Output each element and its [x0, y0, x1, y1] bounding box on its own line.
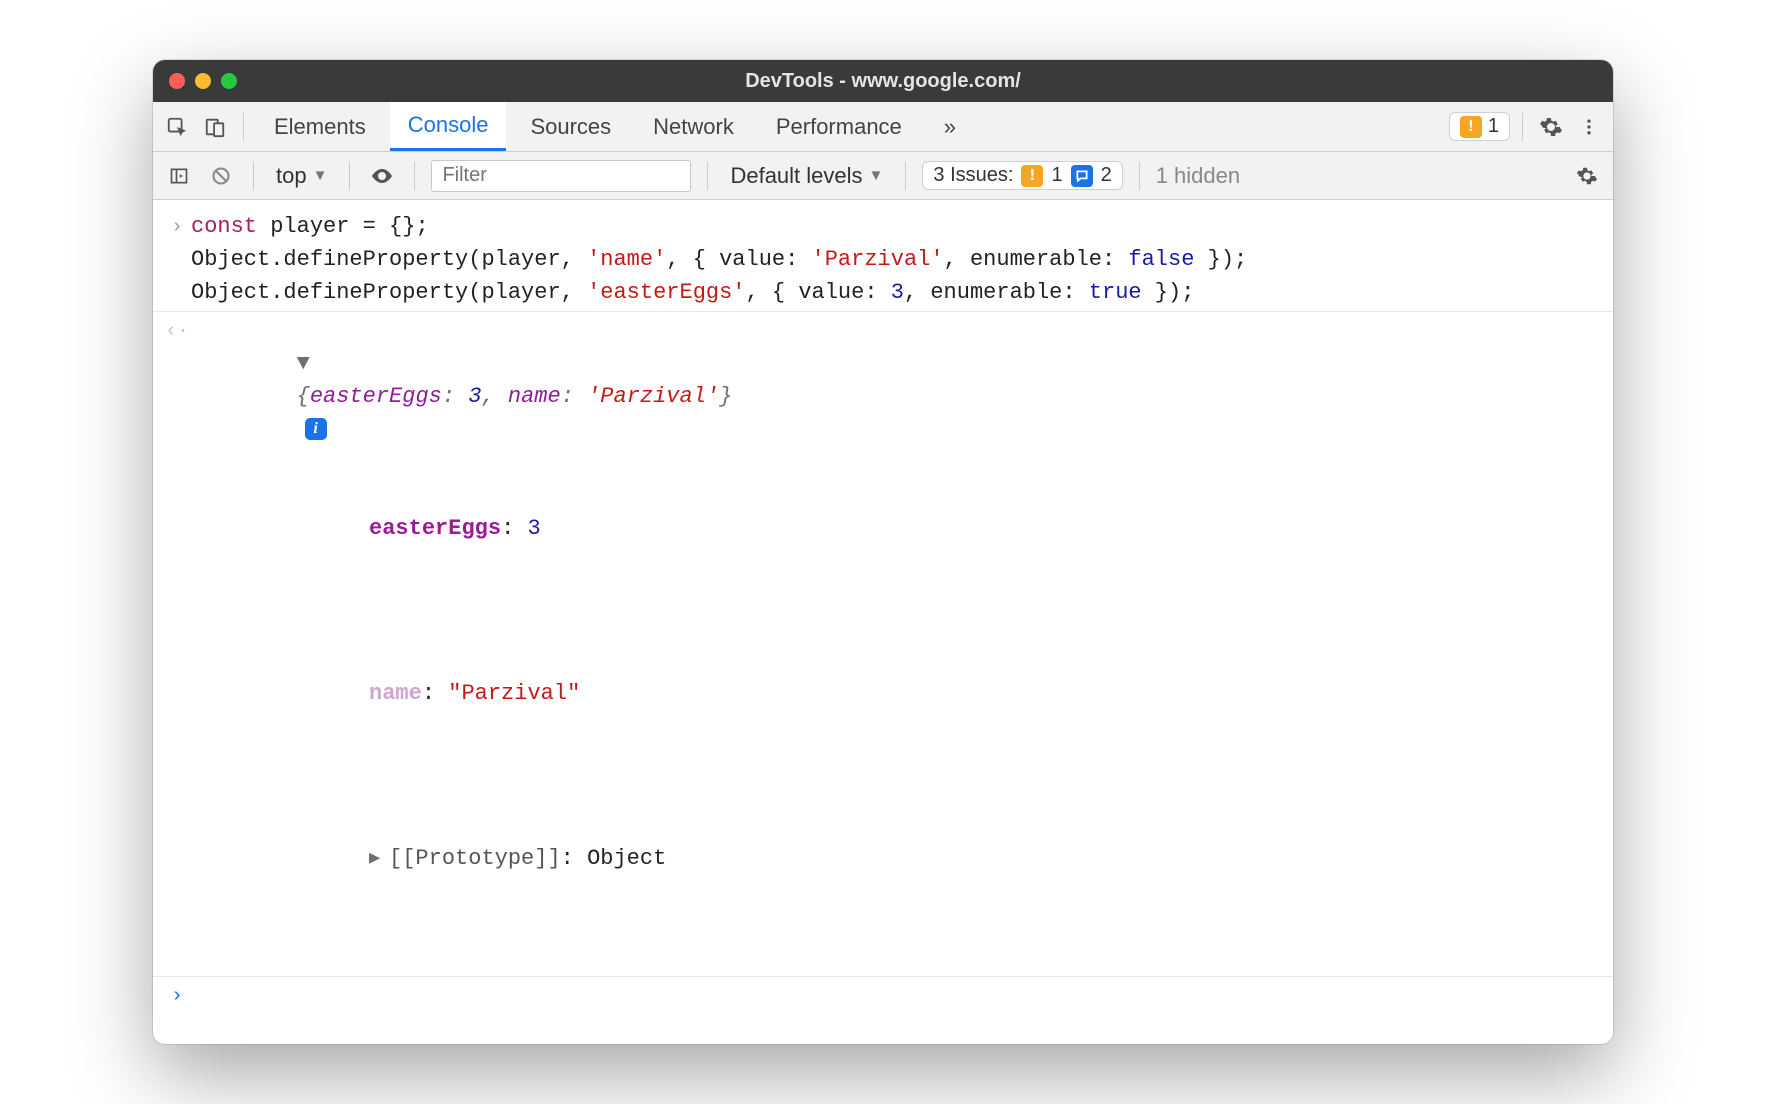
- expand-toggle-icon[interactable]: ▼: [297, 347, 317, 380]
- object-property: name: "Parzival": [191, 644, 1599, 743]
- divider: [414, 162, 415, 190]
- hidden-messages-label[interactable]: 1 hidden: [1156, 163, 1240, 189]
- issues-info-count: 2: [1101, 164, 1112, 187]
- issues-button[interactable]: 3 Issues: ! 1 2: [922, 161, 1122, 190]
- maximize-window-button[interactable]: [221, 73, 237, 89]
- property-key: easterEggs: [369, 516, 501, 541]
- divider: [1139, 162, 1140, 190]
- main-tabbar: Elements Console Sources Network Perform…: [153, 102, 1613, 152]
- titlebar: DevTools - www.google.com/: [153, 60, 1613, 102]
- property-value: "Parzival": [448, 681, 580, 706]
- console-result-row: ‹· ▼ {easterEggs: 3, name: 'Parzival'} i…: [153, 311, 1613, 976]
- property-value: 3: [527, 516, 540, 541]
- log-levels-selector[interactable]: Default levels ▼: [724, 163, 889, 189]
- divider: [349, 162, 350, 190]
- close-window-button[interactable]: [169, 73, 185, 89]
- tab-elements[interactable]: Elements: [256, 102, 384, 151]
- object-property: easterEggs: 3: [191, 479, 1599, 578]
- clear-console-icon[interactable]: [205, 160, 237, 192]
- warnings-count: 1: [1488, 115, 1499, 138]
- console-result[interactable]: ▼ {easterEggs: 3, name: 'Parzival'} i ea…: [191, 314, 1599, 974]
- window-title: DevTools - www.google.com/: [153, 70, 1613, 93]
- execution-context-selector[interactable]: top ▼: [270, 163, 333, 189]
- console-input-code[interactable]: const player = {}; Object.defineProperty…: [191, 210, 1599, 309]
- expand-toggle-icon[interactable]: ▸: [369, 842, 389, 875]
- live-expression-eye-icon[interactable]: [366, 160, 398, 192]
- divider: [243, 113, 244, 141]
- divider: [253, 162, 254, 190]
- warnings-badge[interactable]: ! 1: [1449, 112, 1510, 141]
- console-toolbar: top ▼ Default levels ▼ 3 Issues: ! 1 2 1…: [153, 152, 1613, 200]
- tab-console[interactable]: Console: [390, 102, 507, 151]
- warning-icon: !: [1460, 116, 1482, 138]
- console-output: › const player = {}; Object.defineProper…: [153, 200, 1613, 1044]
- toggle-sidebar-icon[interactable]: [163, 160, 195, 192]
- prototype-key: [[Prototype]]: [389, 846, 561, 871]
- minimize-window-button[interactable]: [195, 73, 211, 89]
- input-prompt-icon: ›: [163, 979, 191, 1012]
- divider: [905, 162, 906, 190]
- devtools-window: DevTools - www.google.com/ Elements Cons…: [153, 60, 1613, 1044]
- inspect-element-icon[interactable]: [161, 111, 193, 143]
- device-toolbar-icon[interactable]: [199, 111, 231, 143]
- tabs-overflow-button[interactable]: »: [926, 102, 974, 151]
- tab-performance[interactable]: Performance: [758, 102, 920, 151]
- log-levels-label: Default levels: [730, 163, 862, 189]
- issues-label: 3 Issues:: [933, 164, 1013, 187]
- info-issue-icon: [1071, 165, 1093, 187]
- console-prompt-input[interactable]: [191, 979, 1599, 1012]
- result-indicator-icon: ‹·: [163, 314, 191, 974]
- object-prototype[interactable]: ▸[[Prototype]]: Object: [191, 809, 1599, 908]
- tab-network[interactable]: Network: [635, 102, 752, 151]
- issues-warning-count: 1: [1051, 164, 1062, 187]
- traffic-lights: [153, 73, 237, 89]
- property-key: name: [369, 681, 422, 706]
- input-prompt-icon: ›: [163, 210, 191, 309]
- more-menu-icon[interactable]: [1573, 111, 1605, 143]
- object-info-icon[interactable]: i: [305, 418, 327, 440]
- object-summary: {easterEggs: 3, name: 'Parzival'}: [297, 384, 733, 409]
- warning-icon: !: [1021, 165, 1043, 187]
- tab-sources[interactable]: Sources: [512, 102, 629, 151]
- chevron-down-icon: ▼: [313, 167, 328, 184]
- chevron-down-icon: ▼: [869, 167, 884, 184]
- console-settings-gear-icon[interactable]: [1571, 160, 1603, 192]
- filter-input[interactable]: [431, 160, 691, 192]
- settings-gear-icon[interactable]: [1535, 111, 1567, 143]
- execution-context-label: top: [276, 163, 307, 189]
- divider: [707, 162, 708, 190]
- console-prompt-row[interactable]: ›: [153, 976, 1613, 1014]
- prototype-value: Object: [587, 846, 666, 871]
- console-input-row: › const player = {}; Object.defineProper…: [153, 208, 1613, 311]
- divider: [1522, 113, 1523, 141]
